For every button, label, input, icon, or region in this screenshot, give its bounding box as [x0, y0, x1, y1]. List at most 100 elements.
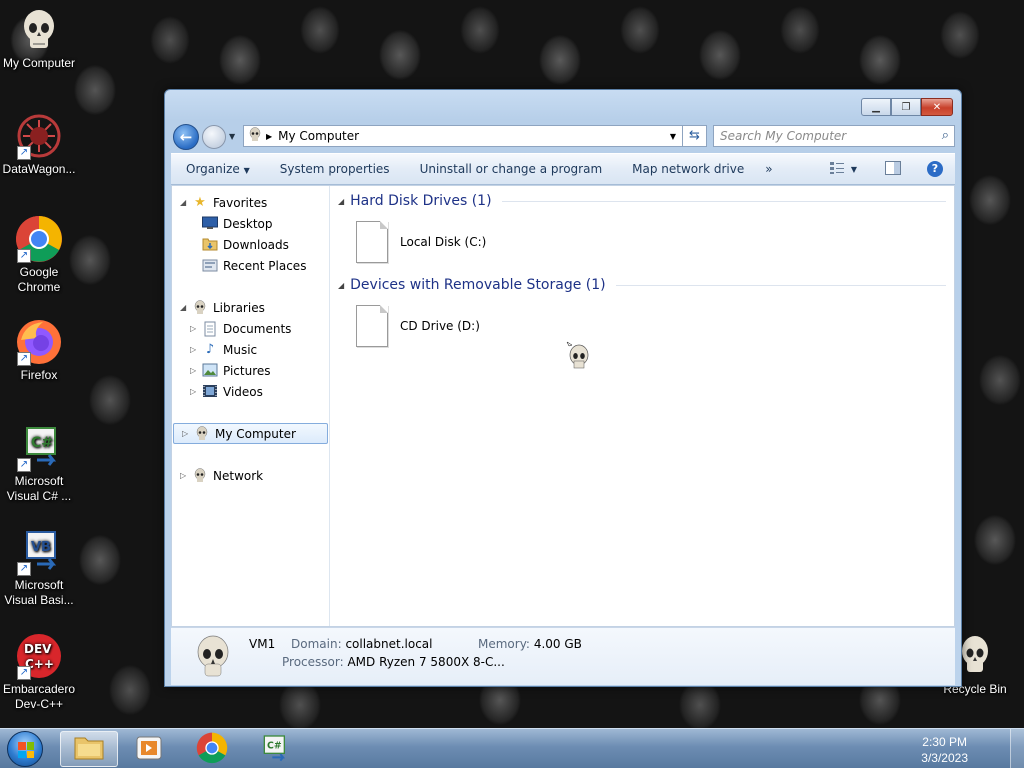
- desktop-icon-label: My Computer: [2, 56, 76, 70]
- taskbar-visual-csharp-button[interactable]: C#: [246, 731, 304, 767]
- desktop-icon-devcpp[interactable]: DEV C++ ↗ Embarcadero Dev-C++: [1, 632, 77, 712]
- skull-icon: [15, 6, 63, 54]
- nav-item-libraries[interactable]: ◢ Libraries: [172, 297, 329, 318]
- collapsed-arrow-icon[interactable]: ▷: [190, 324, 202, 333]
- downloads-folder-icon: [202, 237, 218, 253]
- breadcrumb-separator-icon[interactable]: ▶: [266, 132, 272, 141]
- system-properties-button[interactable]: System properties: [265, 162, 405, 176]
- uninstall-program-button[interactable]: Uninstall or change a program: [405, 162, 618, 176]
- taskbar-chrome-button[interactable]: [183, 731, 241, 767]
- nav-item-desktop[interactable]: Desktop: [172, 213, 329, 234]
- desktop-icon-chrome[interactable]: ↗ Google Chrome: [1, 215, 77, 295]
- nav-item-favorites[interactable]: ◢ ★ Favorites: [172, 192, 329, 213]
- visual-basic-icon: VB ↗: [15, 528, 63, 576]
- nav-item-label: Pictures: [223, 363, 271, 378]
- desktop-icon-visual-csharp[interactable]: C# ↗ Microsoft Visual C# ...: [1, 424, 77, 504]
- nav-item-videos[interactable]: ▷ Videos: [172, 381, 329, 402]
- shortcut-arrow-icon: ↗: [17, 458, 31, 472]
- desktop-icon-label: Microsoft Visual Basi...: [4, 578, 74, 607]
- collapsed-arrow-icon[interactable]: ▷: [190, 345, 202, 354]
- nav-item-my-computer[interactable]: ▷ My Computer: [173, 423, 328, 444]
- windows-logo-icon: [18, 742, 34, 758]
- breadcrumb-my-computer[interactable]: My Computer: [278, 129, 359, 143]
- search-input[interactable]: Search My Computer ⌕: [713, 125, 955, 147]
- cd-drive-icon: [356, 305, 388, 347]
- nav-item-music[interactable]: ▷ ♪ Music: [172, 339, 329, 360]
- nav-item-recent-places[interactable]: Recent Places: [172, 255, 329, 276]
- drive-item-local-disk-c[interactable]: Local Disk (C:): [338, 214, 946, 270]
- svg-text:DEV: DEV: [24, 642, 52, 656]
- star-icon: ★: [194, 194, 206, 210]
- mouse-cursor-icon: [566, 341, 592, 374]
- group-header-removable-storage[interactable]: ◢ Devices with Removable Storage (1): [338, 272, 946, 298]
- clock-time: 2:30 PM: [922, 735, 967, 749]
- nav-item-network[interactable]: ▷ Network: [172, 465, 329, 486]
- nav-item-label: Recent Places: [223, 258, 307, 273]
- devcpp-icon: DEV C++ ↗: [15, 632, 63, 680]
- nav-item-downloads[interactable]: Downloads: [172, 234, 329, 255]
- group-title: Devices with Removable Storage (1): [350, 277, 606, 293]
- restore-icon: ❐: [901, 101, 911, 113]
- music-icon: ♪: [205, 341, 215, 357]
- address-bar[interactable]: ▶ My Computer ▼: [243, 125, 683, 147]
- processor-info: Processor: AMD Ryzen 7 5800X 8-C...: [282, 655, 505, 669]
- collapsed-arrow-icon[interactable]: ▷: [182, 429, 194, 438]
- back-button[interactable]: ←: [173, 124, 199, 150]
- pictures-icon: [202, 363, 218, 379]
- system-clock[interactable]: 2:30 PM 3/3/2023: [921, 734, 968, 766]
- memory-info: Memory: 4.00 GB: [478, 637, 582, 651]
- collapsed-arrow-icon[interactable]: ▷: [190, 387, 202, 396]
- search-icon[interactable]: ⌕: [942, 128, 949, 143]
- minimize-button[interactable]: ▁: [861, 98, 891, 116]
- collapsed-arrow-icon[interactable]: ▷: [190, 366, 202, 375]
- desktop-icon-firefox[interactable]: ↗ Firefox: [1, 318, 77, 383]
- taskbar-media-player-button[interactable]: [121, 731, 179, 767]
- drive-item-cd-drive-d[interactable]: CD Drive (D:): [338, 298, 946, 354]
- taskbar-explorer-button[interactable]: [60, 731, 118, 767]
- chrome-icon: [196, 732, 228, 767]
- drive-icon: [356, 221, 388, 263]
- help-icon[interactable]: ?: [927, 161, 943, 177]
- desktop-icon-my-computer[interactable]: My Computer: [1, 6, 77, 71]
- change-view-button[interactable]: ▼: [829, 161, 857, 178]
- nav-item-documents[interactable]: ▷ Documents: [172, 318, 329, 339]
- preview-pane-button[interactable]: [885, 160, 901, 178]
- expand-arrow-icon[interactable]: ◢: [180, 303, 192, 312]
- forward-button[interactable]: [202, 125, 226, 149]
- refresh-button[interactable]: ⇆: [683, 125, 707, 147]
- nav-item-pictures[interactable]: ▷ Pictures: [172, 360, 329, 381]
- chevron-down-icon: ▼: [850, 164, 857, 174]
- visual-csharp-icon: C# ↗: [15, 424, 63, 472]
- start-button[interactable]: [7, 731, 43, 767]
- close-button[interactable]: ✕: [921, 98, 953, 116]
- collapsed-arrow-icon[interactable]: ▷: [180, 471, 192, 480]
- shortcut-arrow-icon: ↗: [17, 352, 31, 366]
- organize-menu[interactable]: Organize ▼: [171, 162, 265, 176]
- preview-pane-icon: [885, 160, 901, 178]
- nav-item-label: Downloads: [223, 237, 289, 252]
- drive-label: CD Drive (D:): [400, 319, 480, 333]
- desktop-icon-datawagon[interactable]: ↗ DataWagon...: [1, 112, 77, 177]
- map-network-drive-button[interactable]: Map network drive: [617, 162, 759, 176]
- desktop-icon: [202, 216, 218, 232]
- recent-pages-dropdown[interactable]: ▼: [229, 132, 235, 141]
- address-dropdown-icon[interactable]: ▼: [670, 132, 676, 141]
- computer-name: VM1: [249, 637, 276, 651]
- svg-text:VB: VB: [31, 540, 51, 555]
- maximize-button[interactable]: ❐: [891, 98, 921, 116]
- navigation-bar: ← ▼ ▶ My Computer ▼ ⇆ Search My Computer…: [173, 124, 955, 150]
- nav-item-label: Music: [223, 342, 258, 357]
- recent-places-icon: [202, 258, 218, 274]
- expand-arrow-icon[interactable]: ◢: [180, 198, 192, 207]
- group-title: Hard Disk Drives (1): [350, 193, 492, 209]
- show-desktop-button[interactable]: [1010, 729, 1024, 768]
- more-commands-button[interactable]: »: [759, 162, 787, 176]
- nav-item-label: My Computer: [215, 426, 296, 441]
- desktop-icon-label: Microsoft Visual C# ...: [6, 474, 72, 503]
- caption-buttons: ▁ ❐ ✕: [861, 98, 953, 116]
- group-header-hard-disk-drives[interactable]: ◢ Hard Disk Drives (1): [338, 188, 946, 214]
- search-placeholder: Search My Computer: [720, 129, 847, 143]
- details-pane: VM1 Domain: collabnet.local Memory: 4.00…: [171, 627, 955, 685]
- desktop-icon-visual-basic[interactable]: VB ↗ Microsoft Visual Basi...: [1, 528, 77, 608]
- skull-icon: [193, 634, 233, 680]
